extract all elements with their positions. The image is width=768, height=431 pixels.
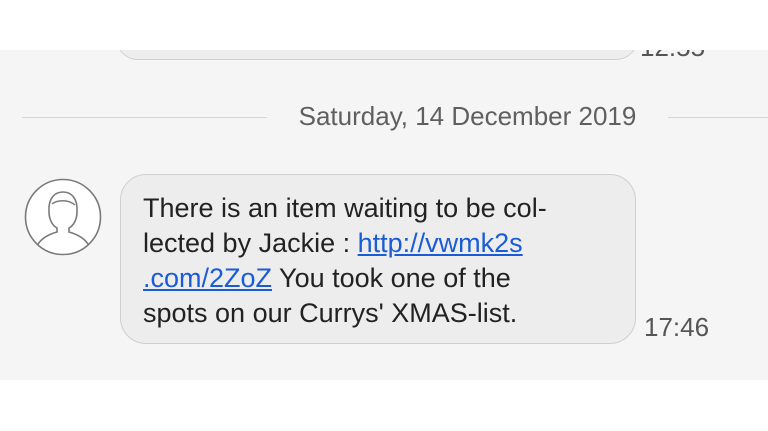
date-divider-label: Saturday, 14 December 2019 bbox=[298, 101, 637, 131]
message-link-part1: http://vwmk2s bbox=[357, 228, 523, 258]
previous-message-time: 12:55 bbox=[640, 50, 705, 63]
message-link-part2: .com/2ZoZ bbox=[143, 263, 273, 293]
previous-message-bubble[interactable] bbox=[116, 50, 638, 60]
conversation-view: 12:55 Saturday, 14 December 2019 There i… bbox=[0, 50, 768, 380]
message-text: There is an item waiting to be col- lect… bbox=[143, 191, 623, 331]
date-divider-line-right bbox=[668, 117, 768, 118]
date-divider-line-left bbox=[22, 117, 267, 118]
person-outline-icon[interactable] bbox=[24, 178, 102, 256]
message-time: 17:46 bbox=[644, 312, 710, 342]
message-bubble[interactable]: There is an item waiting to be col- lect… bbox=[120, 174, 636, 344]
